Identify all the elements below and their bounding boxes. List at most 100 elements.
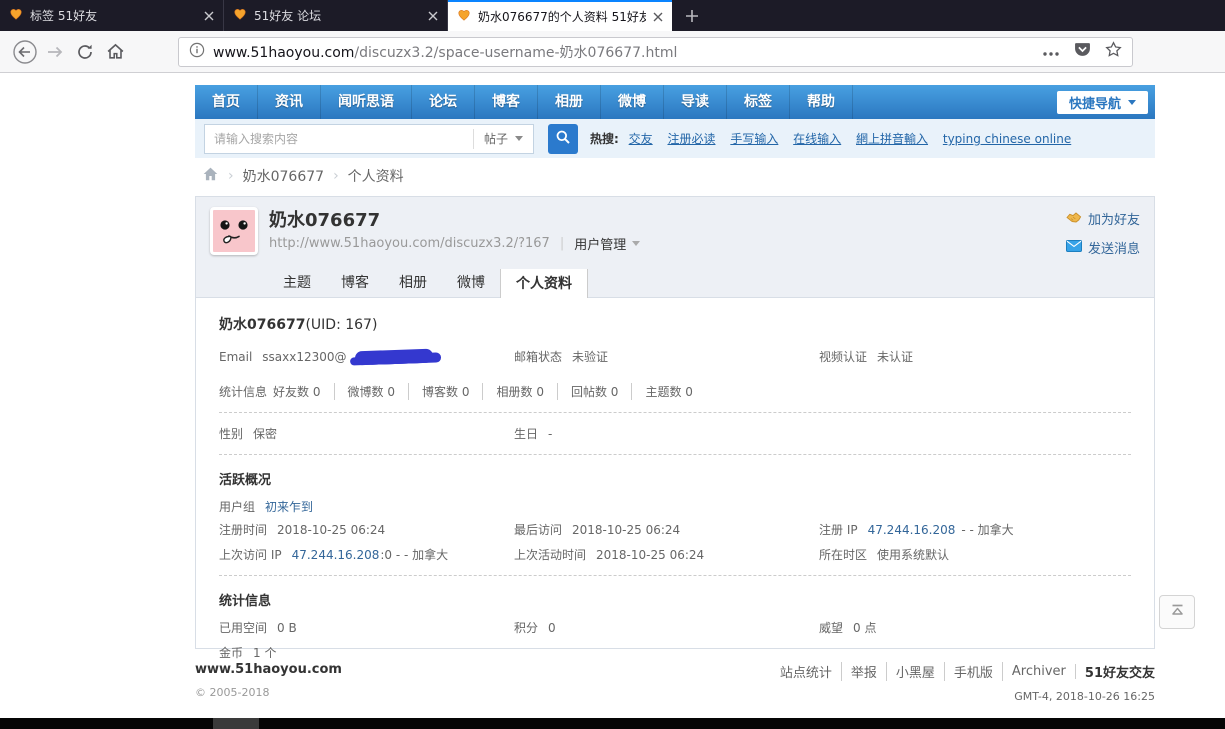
- send-message-label: 发送消息: [1088, 238, 1140, 257]
- favicon-heart-icon: [233, 7, 247, 24]
- page-actions-icon[interactable]: [1042, 42, 1060, 61]
- pocket-icon[interactable]: [1074, 41, 1091, 62]
- breadcrumb: › 奶水076677 › 个人资料: [202, 166, 404, 186]
- home-icon[interactable]: [100, 37, 130, 67]
- browser-tab-active[interactable]: 奶水076677的个人资料 51好友: [448, 0, 672, 31]
- divider: [219, 454, 1131, 455]
- footer-link-site-stats[interactable]: 站点统计: [771, 662, 842, 681]
- footer-link-report[interactable]: 举报: [842, 662, 887, 681]
- site-info-icon[interactable]: [189, 42, 205, 62]
- url-text: www.51haoyou.com/discuzx3.2/space-userna…: [213, 42, 1034, 62]
- breadcrumb-home-icon[interactable]: [202, 166, 219, 186]
- reload-icon[interactable]: [70, 37, 100, 67]
- hot-link-handwriting[interactable]: 手写输入: [730, 132, 778, 146]
- nav-item-wentingsiyu[interactable]: 闻听思语: [321, 85, 412, 119]
- usergroup-link[interactable]: 初来乍到: [265, 498, 313, 515]
- favicon-heart-icon: [457, 8, 471, 25]
- browser-tab-1[interactable]: 标签 51好友: [0, 0, 224, 31]
- hot-link-friends[interactable]: 交友: [629, 132, 653, 146]
- tab-blog[interactable]: 博客: [326, 269, 384, 297]
- search-button[interactable]: [548, 124, 578, 154]
- section-activity-title: 活跃概况: [219, 469, 1131, 488]
- back-icon[interactable]: [10, 37, 40, 67]
- profile-header: 奶水076677 http://www.51haoyou.com/discuzx…: [196, 197, 1154, 269]
- browser-toolbar: www.51haoyou.com/discuzx3.2/space-userna…: [0, 31, 1225, 73]
- footer-link-archiver[interactable]: Archiver: [1003, 664, 1076, 679]
- search-input[interactable]: [205, 126, 473, 152]
- nav-item-weibo[interactable]: 微博: [601, 85, 664, 119]
- nav-item-help[interactable]: 帮助: [790, 85, 853, 119]
- last-ip-link[interactable]: 47.244.16.208: [292, 548, 380, 562]
- register-ip-link[interactable]: 47.244.16.208: [868, 523, 956, 537]
- nav-item-guide[interactable]: 导读: [664, 85, 727, 119]
- chevron-down-icon: [632, 241, 640, 246]
- profile-homepage-url: http://www.51haoyou.com/discuzx3.2/?167: [269, 236, 550, 251]
- nav-item-tags[interactable]: 标签: [727, 85, 790, 119]
- search-bar-row: 帖子 热搜: 交友 注册必读 手写输入 在线输入 網上拼音輸入 typing c…: [195, 119, 1155, 158]
- hot-link-must-read[interactable]: 注册必读: [667, 132, 715, 146]
- stat-friends-label: 好友数: [273, 385, 309, 399]
- detail-username: 奶水076677: [219, 317, 305, 333]
- stats-summary-row: 统计信息 好友数 0 微博数 0 博客数 0 相册数 0 回帖数 0 主题数 0: [219, 383, 1131, 400]
- envelope-icon: [1066, 240, 1082, 256]
- favicon-heart-icon: [9, 7, 23, 24]
- send-message-link[interactable]: 发送消息: [1066, 238, 1140, 257]
- tab-weibo[interactable]: 微博: [442, 269, 500, 297]
- handshake-icon: [1066, 210, 1082, 228]
- add-friend-link[interactable]: 加为好友: [1066, 209, 1140, 228]
- site-nav-bar: 首页 资讯 闻听思语 论坛 博客 相册 微博 导读 标签 帮助 快捷导航: [195, 85, 1155, 119]
- tab-album[interactable]: 相册: [384, 269, 442, 297]
- search-category-label: 帖子: [484, 130, 508, 147]
- search-box: 帖子: [204, 124, 534, 154]
- url-bar[interactable]: www.51haoyou.com/discuzx3.2/space-userna…: [178, 37, 1133, 67]
- search-category-dropdown[interactable]: 帖子: [473, 129, 533, 149]
- video-verify-value: 未认证: [877, 348, 913, 365]
- footer-link-mobile[interactable]: 手机版: [945, 662, 1003, 681]
- nav-item-blog[interactable]: 博客: [475, 85, 538, 119]
- scroll-top-icon: [1169, 602, 1186, 622]
- scroll-to-top-button[interactable]: [1159, 595, 1195, 629]
- search-icon: [555, 129, 571, 149]
- forward-icon[interactable]: [40, 37, 70, 67]
- last-ip-rest: :0 - - 加拿大: [380, 546, 448, 563]
- email-value: ssaxx12300@: [262, 350, 346, 364]
- footer-brand-link[interactable]: 51好友交友: [1076, 662, 1155, 681]
- credits-label: 积分: [514, 619, 538, 636]
- taskbar-strip: [0, 718, 1225, 729]
- avatar-face: [213, 210, 255, 252]
- birthday-value: -: [548, 427, 552, 441]
- new-tab-button[interactable]: [672, 0, 712, 31]
- footer-link-banned[interactable]: 小黑屋: [887, 662, 945, 681]
- nav-item-news[interactable]: 资讯: [258, 85, 321, 119]
- tab-close-icon[interactable]: [204, 11, 214, 21]
- register-ip-label: 注册 IP: [819, 521, 858, 538]
- last-ip-label: 上次访问 IP: [219, 546, 282, 563]
- url-path: /discuzx3.2/space-username-奶水076677.html: [354, 45, 677, 61]
- hot-link-typing-chinese[interactable]: typing chinese online: [943, 132, 1071, 146]
- tab-close-icon[interactable]: [653, 12, 663, 22]
- divider: [219, 412, 1131, 413]
- nav-item-home[interactable]: 首页: [195, 85, 258, 119]
- bookmark-star-icon[interactable]: [1105, 41, 1122, 62]
- nav-item-forum[interactable]: 论坛: [412, 85, 475, 119]
- stat-weibo-label: 微博数: [348, 385, 384, 399]
- divider: |: [560, 236, 564, 251]
- nav-item-album[interactable]: 相册: [538, 85, 601, 119]
- hot-link-pinyin[interactable]: 網上拼音輸入: [856, 132, 928, 146]
- tab-personal-info[interactable]: 个人资料: [500, 268, 588, 298]
- used-space-label: 已用空间: [219, 619, 267, 636]
- tab-threads[interactable]: 主题: [268, 269, 326, 297]
- breadcrumb-username[interactable]: 奶水076677: [243, 166, 324, 186]
- chevron-down-icon: [1128, 100, 1136, 105]
- hot-link-online-input[interactable]: 在线输入: [793, 132, 841, 146]
- quick-nav-button[interactable]: 快捷导航: [1057, 91, 1148, 114]
- add-friend-label: 加为好友: [1088, 209, 1140, 228]
- tab-title: 标签 51好友: [30, 7, 197, 24]
- user-manage-dropdown[interactable]: 用户管理: [574, 234, 640, 253]
- footer-site-link[interactable]: www.51haoyou.com: [195, 662, 342, 677]
- browser-tab-2[interactable]: 51好友 论坛: [224, 0, 448, 31]
- register-ip-suffix: - - 加拿大: [961, 521, 1013, 538]
- divider: [219, 575, 1131, 576]
- tab-close-icon[interactable]: [428, 11, 438, 21]
- breadcrumb-separator: ›: [333, 168, 339, 184]
